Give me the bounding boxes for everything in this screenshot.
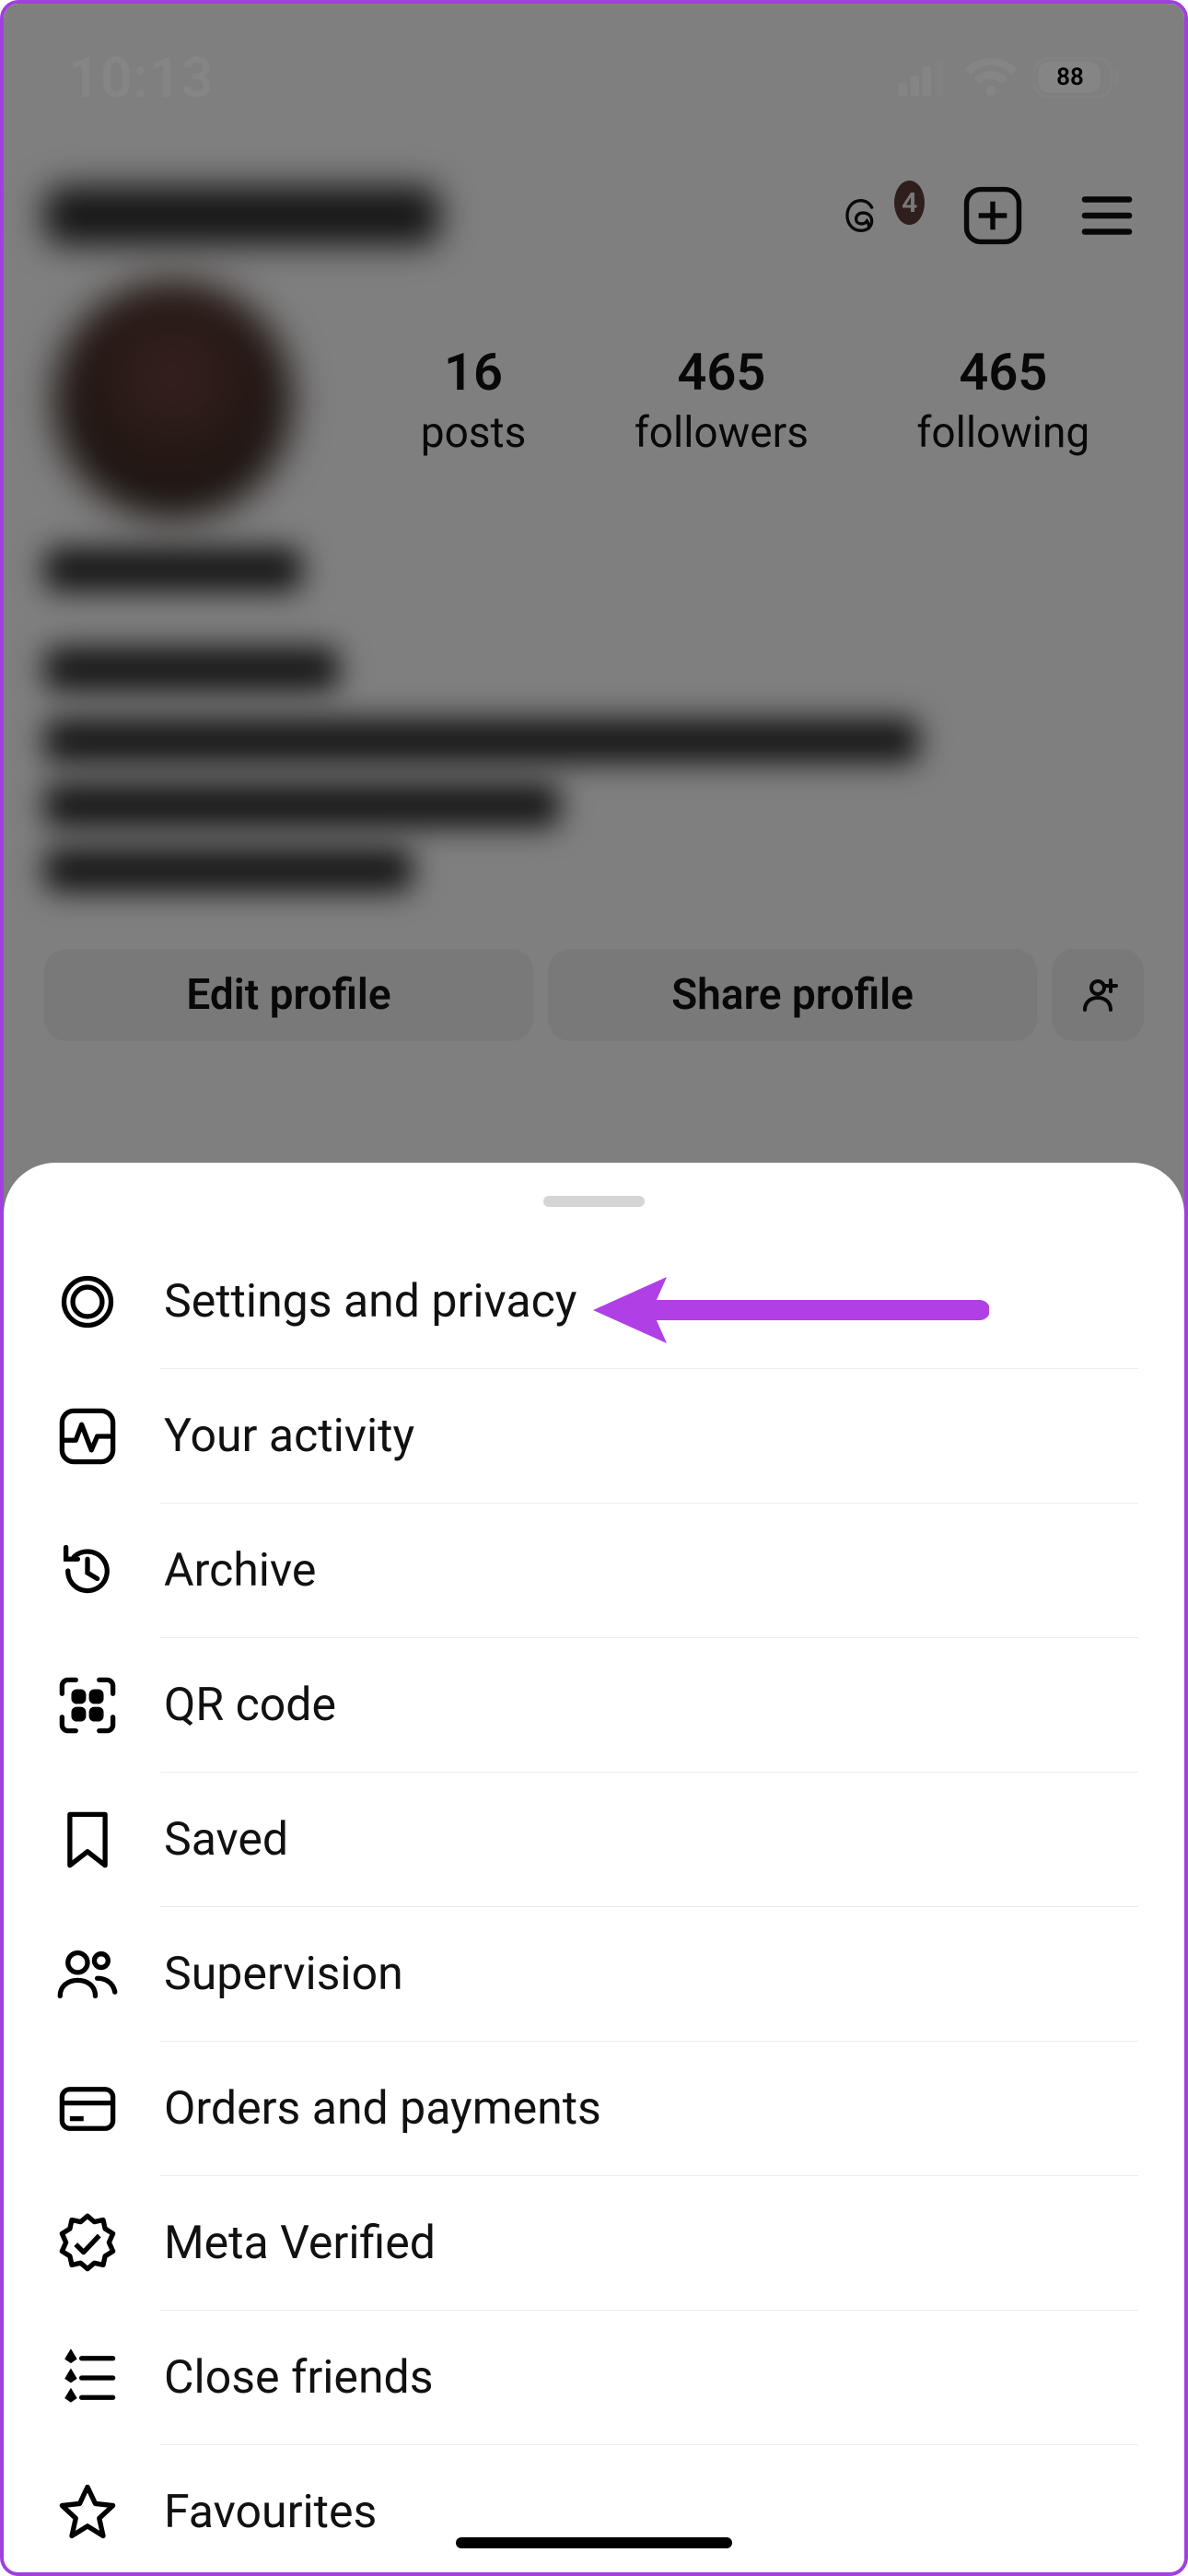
menu-item-saved[interactable]: Saved <box>50 1773 1138 1907</box>
device-frame: 10:13 88 <box>0 0 1188 2576</box>
menu-label: QR code <box>164 1679 336 1732</box>
menu-label: Orders and payments <box>164 2082 601 2136</box>
menu-label: Saved <box>164 1813 288 1867</box>
bookmark-icon <box>55 1808 120 1872</box>
menu-item-favourites[interactable]: Favourites <box>50 2445 1138 2576</box>
people-icon <box>55 1942 120 2007</box>
menu-label: Meta Verified <box>164 2217 436 2270</box>
menu-list: Settings and privacy Your activity <box>4 1235 1184 2576</box>
verified-icon <box>55 2211 120 2276</box>
qr-icon <box>55 1673 120 1738</box>
starlist-icon <box>55 2346 120 2410</box>
menu-bottom-sheet: Settings and privacy Your activity <box>4 1163 1184 2572</box>
menu-label: Settings and privacy <box>164 1275 577 1329</box>
home-indicator[interactable] <box>456 2537 732 2548</box>
menu-item-verified[interactable]: Meta Verified <box>50 2176 1138 2311</box>
activity-icon <box>55 1404 120 1469</box>
menu-label: Favourites <box>164 2486 377 2539</box>
menu-item-supervision[interactable]: Supervision <box>50 1907 1138 2042</box>
star-icon <box>55 2480 120 2545</box>
history-icon <box>55 1539 120 1603</box>
menu-item-orders[interactable]: Orders and payments <box>50 2042 1138 2176</box>
card-icon <box>55 2077 120 2141</box>
menu-item-closefriends[interactable]: Close friends <box>50 2311 1138 2445</box>
menu-label: Close friends <box>164 2351 434 2405</box>
menu-item-activity[interactable]: Your activity <box>50 1369 1138 1504</box>
menu-item-archive[interactable]: Archive <box>50 1504 1138 1638</box>
menu-item-qr[interactable]: QR code <box>50 1638 1138 1773</box>
menu-label: Your activity <box>164 1410 414 1463</box>
sheet-grabber[interactable] <box>543 1196 645 1207</box>
menu-label: Supervision <box>164 1948 403 2001</box>
gear-icon <box>55 1270 120 1334</box>
menu-label: Archive <box>164 1544 316 1598</box>
menu-item-settings[interactable]: Settings and privacy <box>50 1235 1138 1369</box>
